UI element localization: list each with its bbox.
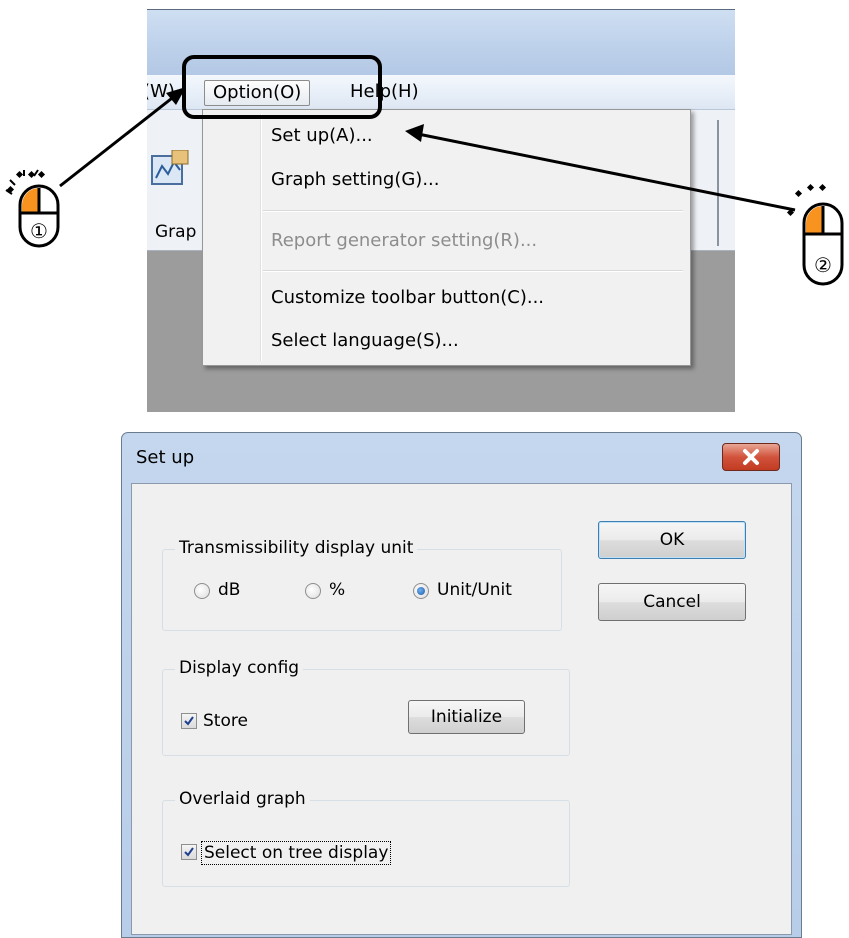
radio-db-indicator[interactable] [194, 583, 210, 599]
setup-dialog: Set up Transmissibility display unit dB … [121, 432, 802, 938]
radio-unit-unit-indicator[interactable] [413, 583, 429, 599]
initialize-button[interactable]: Initialize [408, 700, 525, 734]
store-checkbox-box[interactable] [181, 713, 197, 729]
menu-item-help[interactable]: Help(H) [350, 80, 419, 104]
step1-number: ① [30, 219, 48, 243]
checkmark-icon [184, 847, 194, 857]
dialog-title: Set up [136, 447, 195, 468]
menu-item-set-up[interactable]: Set up(A)... [271, 123, 373, 149]
menu-screenshot: (W) Option(O) Help(H) Grap Set up(A)... … [147, 9, 735, 412]
radio-db-label: dB [218, 580, 241, 600]
close-x-icon [743, 449, 759, 465]
dialog-client-area: Transmissibility display unit dB % Unit/… [131, 483, 792, 935]
menu-item-customize-toolbar[interactable]: Customize toolbar button(C)... [271, 285, 544, 311]
menu-bar: (W) Option(O) Help(H) [147, 75, 735, 110]
menu-item-graph-setting[interactable]: Graph setting(G)... [271, 167, 440, 193]
transmissibility-group: Transmissibility display unit dB % Unit/… [162, 538, 562, 631]
radio-percent-indicator[interactable] [305, 583, 321, 599]
graph-icon[interactable] [150, 150, 190, 190]
radio-percent-label: % [329, 580, 346, 600]
menu-item-option[interactable]: Option(O) [204, 80, 311, 106]
menu-separator [263, 270, 683, 272]
mouse-left-click-icon [5, 169, 60, 248]
select-on-tree-checkbox-box[interactable] [181, 844, 197, 860]
ok-button[interactable]: OK [598, 521, 746, 559]
radio-unit-unit-label: Unit/Unit [437, 580, 512, 600]
checkmark-icon [184, 716, 194, 726]
overlaid-graph-group-title: Overlaid graph [175, 789, 310, 809]
cancel-button[interactable]: Cancel [598, 583, 746, 621]
menu-item-select-language[interactable]: Select language(S)... [271, 328, 459, 354]
toolbar-separator [717, 120, 719, 246]
transmissibility-group-title: Transmissibility display unit [175, 538, 418, 558]
window-titlebar [147, 9, 735, 76]
menu-item-report-generator-setting: Report generator setting(R)... [271, 230, 538, 251]
menu-gutter [260, 114, 262, 361]
mouse-left-click-icon [786, 183, 844, 286]
select-on-tree-label: Select on tree display [201, 841, 392, 865]
display-config-group-title: Display config [175, 658, 304, 678]
menu-separator [263, 210, 683, 212]
menu-item-window-partial[interactable]: (W) [147, 80, 175, 104]
step2-number: ② [814, 253, 832, 277]
store-label: Store [203, 711, 248, 731]
toolbar-graph-label[interactable]: Grap [155, 222, 196, 242]
overlaid-graph-group: Overlaid graph Select on tree display [162, 789, 570, 887]
option-dropdown-menu: Set up(A)... Graph setting(G)... Report … [202, 109, 691, 366]
close-button[interactable] [722, 443, 780, 471]
display-config-group: Display config Store Initialize [162, 658, 570, 756]
